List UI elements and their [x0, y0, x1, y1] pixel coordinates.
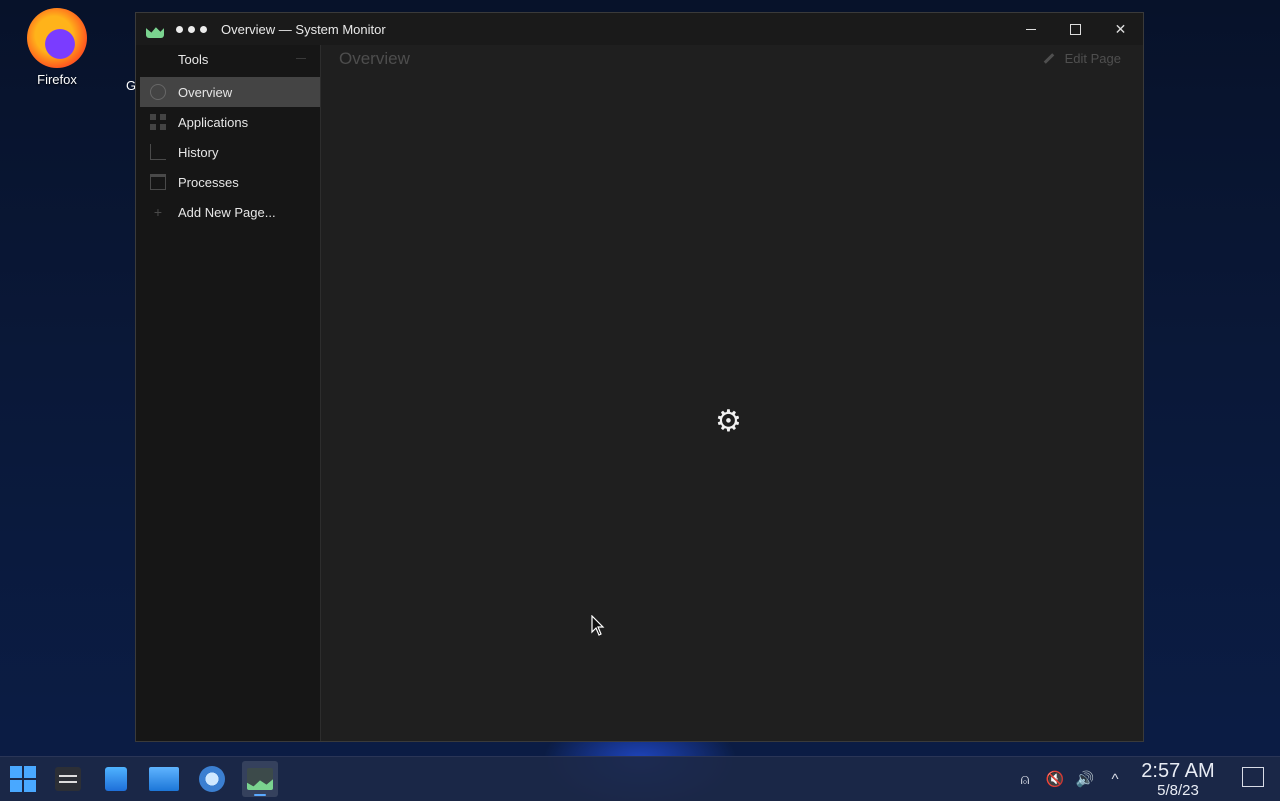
sidebar-item-add-new-page[interactable]: + Add New Page...: [140, 197, 320, 227]
system-monitor-icon: [247, 768, 273, 790]
edit-page-label: Edit Page: [1064, 51, 1121, 66]
window-menu-dots-icon[interactable]: [176, 25, 207, 33]
tools-label: Tools: [178, 51, 209, 67]
sidebar-item-label: History: [178, 144, 219, 160]
pencil-icon: [1043, 53, 1054, 64]
sidebar-item-overview[interactable]: Overview: [140, 77, 320, 107]
store-icon: [105, 767, 127, 791]
sidebar: Tools Overview Applications History Proc…: [136, 45, 321, 741]
taskbar-network-tool[interactable]: [194, 761, 230, 797]
windows-logo-icon: [10, 766, 36, 792]
sidebar-item-label: Processes: [178, 174, 239, 190]
desktop-icon-label: Firefox: [37, 72, 77, 87]
edit-page-button[interactable]: Edit Page: [1043, 51, 1121, 66]
page-title: Overview: [339, 49, 410, 68]
plus-icon: +: [153, 204, 163, 220]
show-desktop-button[interactable]: [1242, 767, 1264, 787]
collapse-sidebar-icon[interactable]: [296, 58, 306, 59]
user-status-icon[interactable]: ⍝: [1014, 768, 1036, 790]
sidebar-item-processes[interactable]: Processes: [140, 167, 320, 197]
gauge-icon: [150, 84, 166, 100]
system-monitor-icon: [146, 27, 164, 38]
taskbar-system-settings[interactable]: [50, 761, 86, 797]
clock-time: 2:57 AM: [1141, 760, 1215, 782]
tray-expand-icon[interactable]: ^: [1104, 768, 1126, 790]
main-content: Overview Edit Page ⚙: [321, 45, 1143, 741]
network-icon: [199, 766, 225, 792]
taskbar-system-monitor[interactable]: [242, 761, 278, 797]
folder-icon: [149, 767, 179, 791]
sidebar-item-label: Overview: [178, 84, 233, 100]
tools-menu-button[interactable]: Tools: [136, 45, 320, 73]
desktop-icon-firefox[interactable]: Firefox: [12, 8, 102, 87]
grid-icon: [150, 114, 166, 130]
taskbar: ⍝ 🔇 🔊 ^ 2:57 AM 5/8/23: [0, 756, 1280, 801]
start-menu-button[interactable]: [5, 761, 41, 797]
busy-gear-icon: ⚙: [715, 405, 742, 438]
system-monitor-window: Overview — System Monitor ✕ Tools Overvi…: [135, 12, 1144, 742]
taskbar-discover-store[interactable]: [98, 761, 134, 797]
close-button[interactable]: ✕: [1098, 13, 1143, 45]
sidebar-item-applications[interactable]: Applications: [140, 107, 320, 137]
maximize-button[interactable]: [1053, 13, 1098, 45]
title-bar[interactable]: Overview — System Monitor ✕: [136, 13, 1143, 45]
system-tray: ⍝ 🔇 🔊 ^: [1014, 757, 1126, 801]
firefox-icon: [27, 8, 87, 68]
sidebar-item-history[interactable]: History: [140, 137, 320, 167]
close-icon: ✕: [1114, 20, 1127, 37]
volume-icon[interactable]: 🔊: [1074, 768, 1096, 790]
minimize-button[interactable]: [1008, 13, 1053, 45]
mouse-cursor-icon: [591, 615, 605, 636]
mute-icon[interactable]: 🔇: [1044, 768, 1066, 790]
history-chart-icon: [150, 144, 166, 160]
minimize-icon: [1025, 28, 1036, 30]
sidebar-item-label: Applications: [178, 114, 249, 130]
sidebar-item-label: Add New Page...: [178, 204, 276, 220]
taskbar-file-manager[interactable]: [146, 761, 182, 797]
clock-date: 5/8/23: [1157, 782, 1199, 799]
clock[interactable]: 2:57 AM 5/8/23: [1136, 759, 1220, 799]
settings-icon: [55, 767, 81, 791]
process-table-icon: [150, 174, 166, 190]
window-title: Overview — System Monitor: [221, 21, 386, 37]
maximize-icon: [1070, 23, 1081, 35]
sidebar-nav: Overview Applications History Processes …: [140, 77, 320, 227]
